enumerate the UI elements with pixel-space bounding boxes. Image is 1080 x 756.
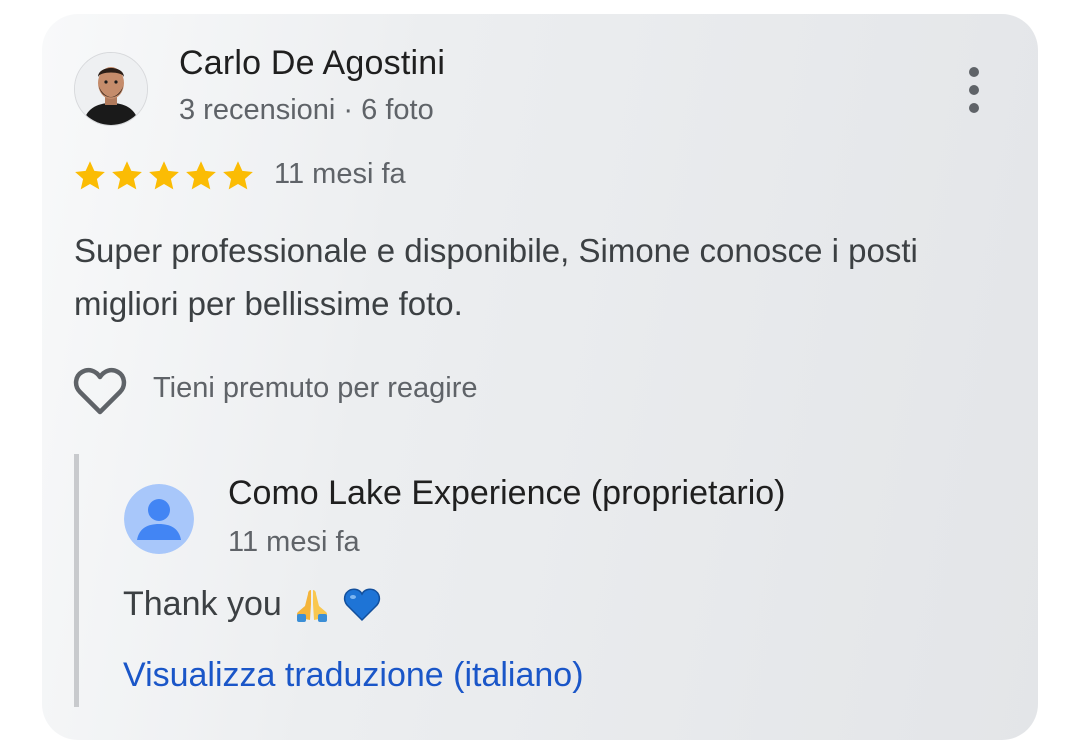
more-options-button[interactable] <box>954 62 994 118</box>
reviewer-name[interactable]: Carlo De Agostini <box>179 44 445 83</box>
review-date: 11 mesi fa <box>274 158 406 190</box>
owner-reply-text: Thank you <box>123 584 382 624</box>
owner-reply-date: 11 mesi fa <box>228 526 360 558</box>
owner-reply: Como Lake Experience (proprietario) 11 m… <box>74 454 979 707</box>
blue-heart-icon <box>343 588 380 622</box>
react-button[interactable] <box>72 366 128 418</box>
star-icon <box>149 161 179 190</box>
owner-reply-text-label: Thank you <box>123 584 282 623</box>
star-rating <box>72 158 256 194</box>
reviewer-avatar[interactable] <box>74 52 148 126</box>
star-icon <box>223 161 253 190</box>
owner-avatar[interactable] <box>124 484 194 554</box>
review-text: Super professionale e disponibile, Simon… <box>74 232 918 322</box>
star-icon <box>112 161 142 190</box>
more-vert-icon <box>969 67 979 113</box>
review-card: Carlo De Agostini 3 recensioni · 6 foto … <box>42 14 1038 740</box>
star-icon <box>75 161 105 190</box>
person-icon <box>124 484 194 554</box>
folded-hands-icon <box>296 590 327 622</box>
reviewer-meta: 3 recensioni · 6 foto <box>179 94 434 126</box>
star-icon <box>186 161 216 190</box>
view-translation-link[interactable]: Visualizza traduzione (italiano) <box>123 656 584 695</box>
heart-outline-icon <box>73 367 127 415</box>
owner-name: Como Lake Experience (proprietario) <box>228 474 786 512</box>
react-hint: Tieni premuto per reagire <box>153 372 478 404</box>
